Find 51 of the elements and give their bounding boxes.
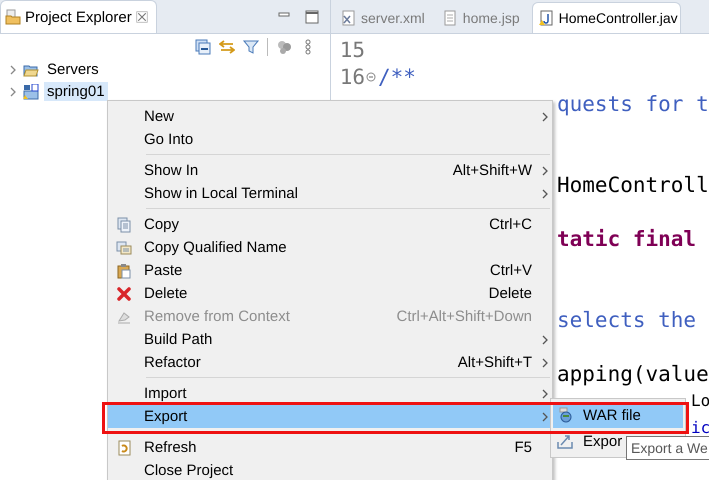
project-folder-icon [23,84,39,100]
editor-tab[interactable]: home.jsp [436,3,532,33]
code-line: tatic final [557,226,696,250]
code-line: apping(value [557,362,709,386]
project-explorer-tab[interactable]: Project Explorer [0,0,157,33]
menu-item[interactable]: Delete Delete [108,282,552,305]
menu-item[interactable]: Show In Alt+Shift+W [108,159,552,182]
clipboard-icon [116,262,132,278]
export-icon [557,433,573,449]
maximize-icon[interactable] [304,8,320,24]
copy-icon [116,240,132,256]
editor-tab[interactable]: HomeController.jav [532,2,681,33]
code-line: /** [378,64,416,88]
menu-item[interactable]: Copy Qualified Name [108,236,552,259]
menu-item[interactable]: Refresh F5 [108,436,552,459]
tooltip: Export a We [626,436,709,460]
editor-tab[interactable]: server.xml [335,3,437,33]
copy-icon [116,216,132,232]
code-line: selects the [557,308,696,332]
delete-icon [116,286,132,302]
tree-item[interactable]: spring01 [44,82,108,101]
menu-item[interactable]: Export [108,405,552,428]
xml-file-icon [340,10,356,26]
fold-icon[interactable] [366,72,376,82]
collapse-all-icon[interactable] [195,39,211,55]
menu-item[interactable]: Go Into [108,128,552,151]
menu-item[interactable]: Build Path [108,328,552,351]
code-line: ic [691,418,709,437]
line-number: 16 [338,64,365,88]
code-line: Lo [691,391,709,410]
menu-item[interactable]: Import [108,382,552,405]
filter-icon[interactable] [243,39,259,55]
file-icon [442,10,458,26]
link-arrows-icon[interactable] [219,39,235,55]
menu-item[interactable]: Refactor Alt+Shift+T [108,351,552,374]
close-icon[interactable] [136,11,148,23]
code-line: quests for t [557,92,709,116]
menu-item[interactable]: Show in Local Terminal [108,182,552,205]
refresh-icon [116,440,132,456]
globe-jar-icon [557,407,573,423]
java-file-icon [538,10,554,26]
line-number: 15 [338,38,365,62]
folder-icon [5,9,21,25]
code-line: HomeControll [557,172,709,196]
menu-item[interactable]: Paste Ctrl+V [108,259,552,282]
menu-item[interactable]: Copy Ctrl+C [108,213,552,236]
tree-item[interactable]: Servers [44,60,102,79]
menu-item[interactable]: Close Project [108,459,552,480]
circles-icon[interactable] [276,39,292,55]
menu-item[interactable]: New [108,105,552,128]
tab-title: Project Explorer [25,8,132,26]
